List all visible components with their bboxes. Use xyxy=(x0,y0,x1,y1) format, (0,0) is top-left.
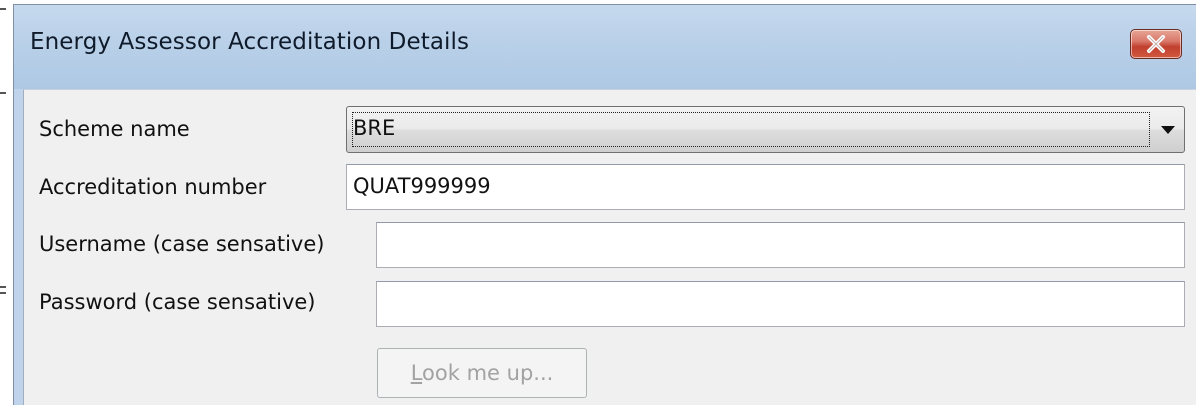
accreditation-number-label: Accreditation number xyxy=(39,175,267,199)
scheme-name-label: Scheme name xyxy=(39,117,190,141)
accreditation-number-field[interactable]: QUAT999999 xyxy=(346,164,1185,210)
close-icon xyxy=(1147,35,1165,53)
password-field[interactable] xyxy=(376,281,1185,327)
accreditation-number-value: QUAT999999 xyxy=(353,174,491,198)
scheme-name-value: BRE xyxy=(353,116,396,140)
close-button[interactable] xyxy=(1130,29,1182,59)
password-label: Password (case sensative) xyxy=(39,290,316,314)
chevron-down-icon[interactable] xyxy=(1161,126,1175,134)
focus-rectangle xyxy=(352,112,1150,147)
look-me-up-button[interactable]: Look me up... xyxy=(377,348,587,398)
background-window-edge xyxy=(0,0,14,405)
username-label: Username (case sensative) xyxy=(39,232,325,256)
accreditation-dialog: Energy Assessor Accreditation Details Sc… xyxy=(13,4,1196,405)
scheme-name-dropdown[interactable]: BRE xyxy=(346,106,1185,153)
title-bar[interactable]: Energy Assessor Accreditation Details xyxy=(14,5,1196,89)
window-title: Energy Assessor Accreditation Details xyxy=(30,29,470,55)
look-me-up-label: Look me up... xyxy=(410,361,554,385)
dialog-body: Scheme name BRE Accreditation number QUA… xyxy=(23,89,1196,405)
username-field[interactable] xyxy=(376,222,1185,268)
